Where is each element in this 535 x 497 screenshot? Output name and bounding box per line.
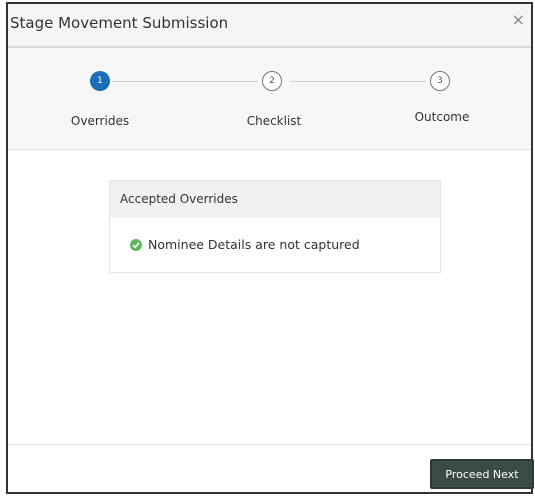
proceed-next-button[interactable]: Proceed Next — [430, 459, 534, 489]
close-icon[interactable]: × — [512, 12, 525, 28]
stage-movement-dialog: Stage Movement Submission × 1 2 3 Overri… — [6, 2, 534, 494]
check-circle-icon — [130, 238, 142, 251]
dialog-header: Stage Movement Submission × — [8, 4, 531, 48]
accepted-overrides-panel: Accepted Overrides Nominee Details are n… — [109, 180, 441, 273]
step-3-circle[interactable]: 3 — [430, 71, 450, 91]
step-3-label: Outcome — [414, 110, 470, 124]
override-item: Nominee Details are not captured — [130, 237, 360, 252]
step-2-label: Checklist — [246, 114, 302, 128]
stepper-connector — [290, 81, 426, 82]
step-1-circle[interactable]: 1 — [90, 71, 110, 91]
override-item-text: Nominee Details are not captured — [148, 237, 360, 252]
stepper: 1 2 3 Overrides Checklist Outcome — [8, 48, 531, 150]
step-2-circle[interactable]: 2 — [262, 71, 282, 91]
dialog-title: Stage Movement Submission — [10, 14, 229, 32]
step-1-label: Overrides — [70, 114, 130, 128]
stepper-connector — [112, 81, 258, 82]
panel-heading: Accepted Overrides — [110, 181, 440, 218]
footer-divider — [8, 444, 531, 445]
